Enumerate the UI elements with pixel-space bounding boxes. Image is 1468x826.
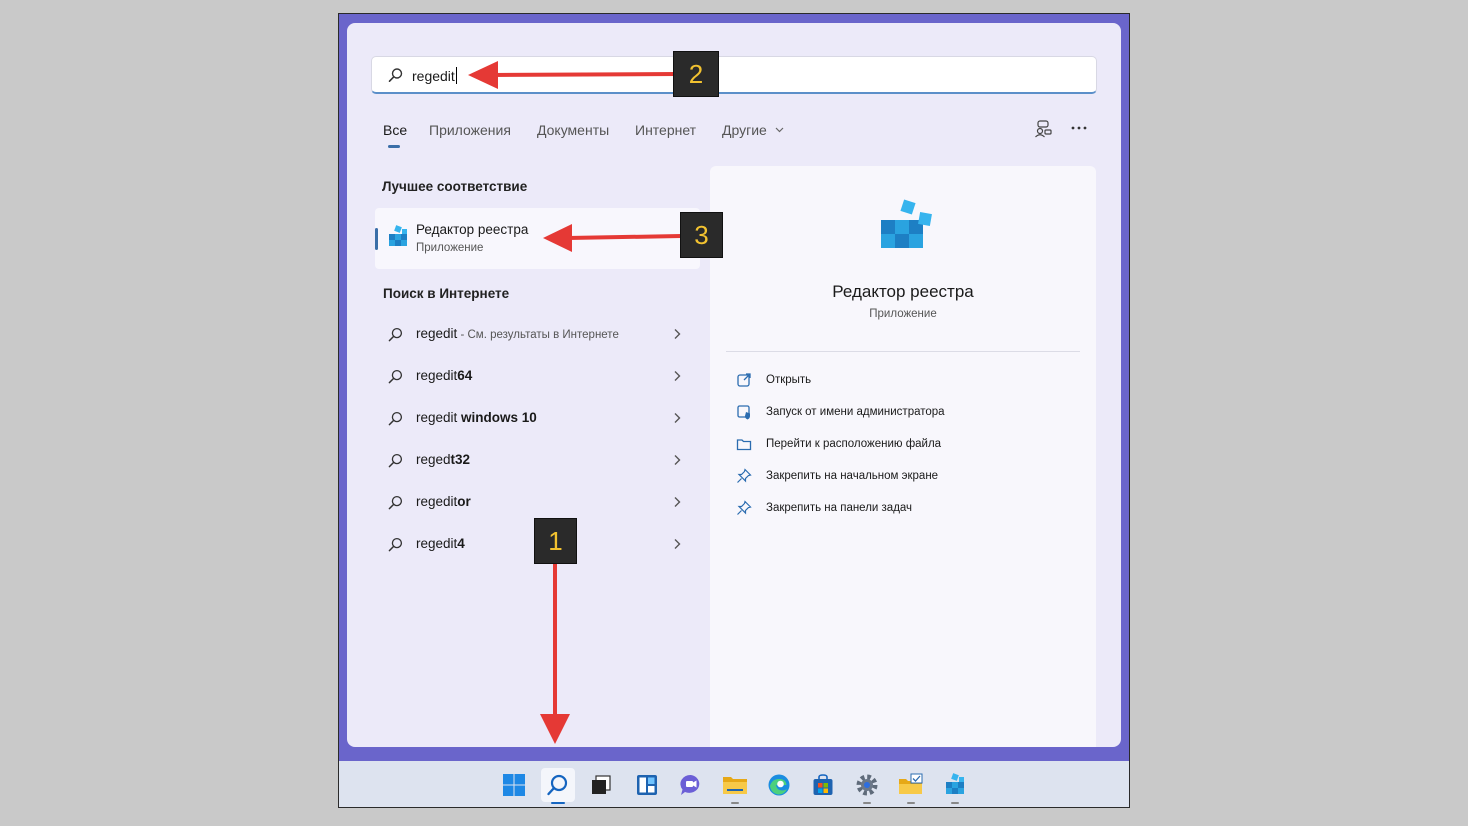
arrow-2-head bbox=[468, 61, 498, 89]
annotation-arrows bbox=[468, 61, 683, 744]
arrow-3-head bbox=[543, 224, 572, 252]
arrow-3-line bbox=[566, 234, 683, 240]
arrow-2-line bbox=[490, 72, 680, 77]
step-badge-3: 3 bbox=[680, 212, 723, 258]
step-badge-2: 2 bbox=[673, 51, 719, 97]
step-badge-1: 1 bbox=[534, 518, 577, 564]
arrow-1-head bbox=[540, 714, 570, 744]
